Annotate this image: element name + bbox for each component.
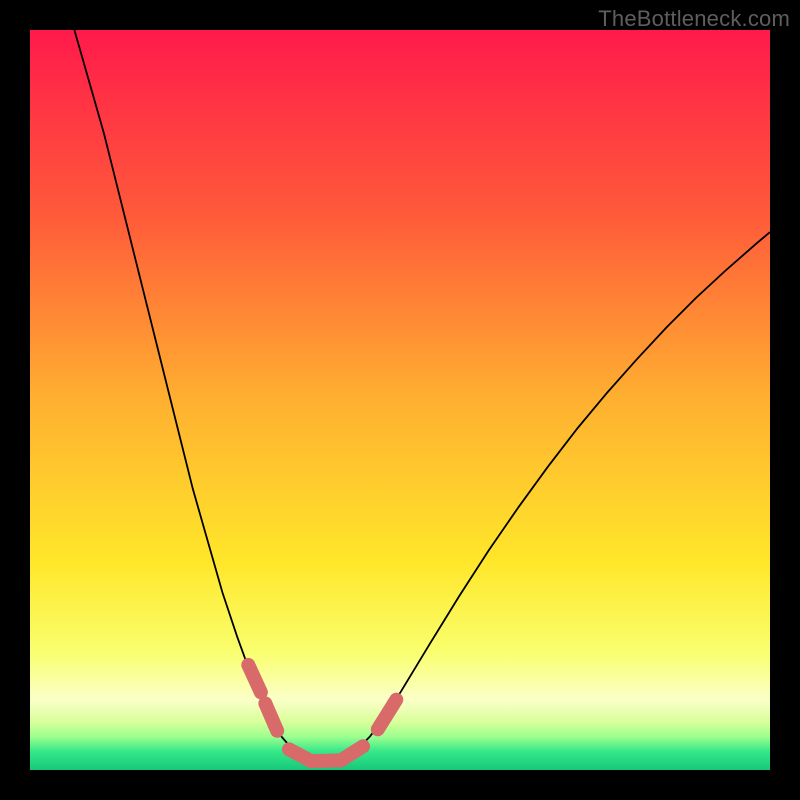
gradient-background	[30, 30, 770, 770]
chart-plot-area	[30, 30, 770, 770]
image-frame: TheBottleneck.com	[0, 0, 800, 800]
chart-svg	[30, 30, 770, 770]
watermark-text: TheBottleneck.com	[598, 6, 790, 32]
